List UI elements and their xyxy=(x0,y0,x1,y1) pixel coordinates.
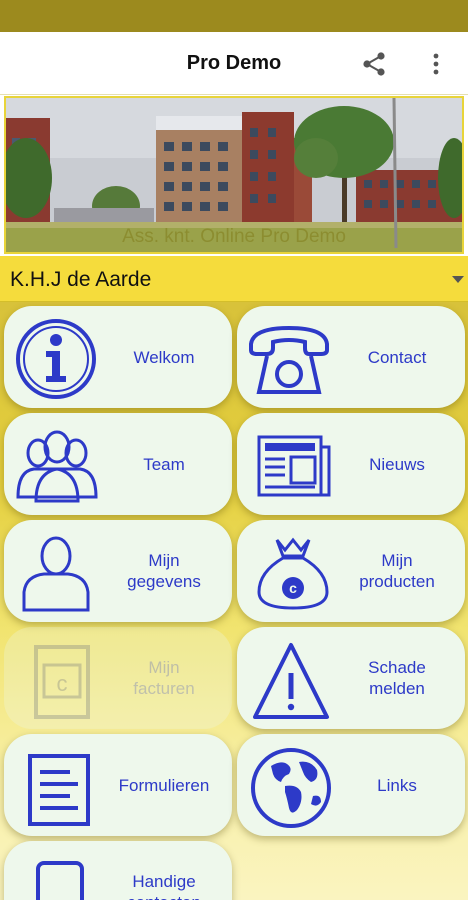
tile-label: Team xyxy=(143,454,185,474)
app-title: Pro Demo xyxy=(186,51,282,74)
tile-label: Links xyxy=(377,775,417,795)
tile-label: Nieuws xyxy=(369,454,425,474)
selector-value: K.H.J de Aarde xyxy=(10,268,152,291)
tile-mijn-producten[interactable]: c Mijn producten xyxy=(237,520,465,622)
app-bar: Pro Demo xyxy=(0,32,468,95)
tile-label: Mijn facturen xyxy=(133,658,195,698)
info-icon xyxy=(16,319,96,399)
relation-selector[interactable]: K.H.J de Aarde xyxy=(0,256,468,302)
person-icon xyxy=(22,536,90,612)
more-vert-icon[interactable] xyxy=(424,50,448,78)
telephone-icon xyxy=(249,325,329,394)
tile-label: Mijn gegevens xyxy=(127,551,201,591)
tile-contact[interactable]: Contact xyxy=(237,306,465,408)
svg-text:c: c xyxy=(289,580,297,596)
tile-label: Schade melden xyxy=(368,658,426,698)
dropdown-arrow-icon xyxy=(452,276,464,283)
status-bar xyxy=(0,0,468,32)
globe-icon xyxy=(251,748,331,828)
tile-team[interactable]: Team xyxy=(4,413,232,515)
tile-label: Welkom xyxy=(133,347,195,367)
tile-welkom[interactable]: Welkom xyxy=(4,306,232,408)
money-bag-icon: c xyxy=(257,537,329,610)
tile-label: Formulieren xyxy=(118,775,210,795)
form-icon xyxy=(28,754,90,826)
invoice-icon: c xyxy=(34,645,90,719)
tile-label: Mijn producten xyxy=(359,551,435,591)
tile-formulieren[interactable]: Formulieren xyxy=(4,734,232,836)
menu-grid: Welkom Contact Team Nieuws Mijn gegevens… xyxy=(0,302,468,900)
tile-label: Handige contacten xyxy=(127,872,201,900)
tile-label: Contact xyxy=(367,347,427,367)
phone-device-icon xyxy=(36,861,84,900)
tile-mijn-facturen[interactable]: c Mijn facturen xyxy=(4,627,232,729)
tile-schade-melden[interactable]: Schade melden xyxy=(237,627,465,729)
svg-text:c: c xyxy=(57,671,68,696)
banner-caption: Ass. knt. Online Pro Demo xyxy=(122,226,346,247)
share-icon[interactable] xyxy=(360,50,388,78)
team-icon xyxy=(16,430,98,503)
tile-mijn-gegevens[interactable]: Mijn gegevens xyxy=(4,520,232,622)
warning-icon xyxy=(253,643,329,719)
tile-links[interactable]: Links xyxy=(237,734,465,836)
tile-handige-contacten[interactable]: Handige contacten xyxy=(4,841,232,900)
newspaper-icon xyxy=(257,435,331,497)
tile-nieuws[interactable]: Nieuws xyxy=(237,413,465,515)
header-banner-image: Ass. knt. Online Pro Demo xyxy=(4,96,464,254)
